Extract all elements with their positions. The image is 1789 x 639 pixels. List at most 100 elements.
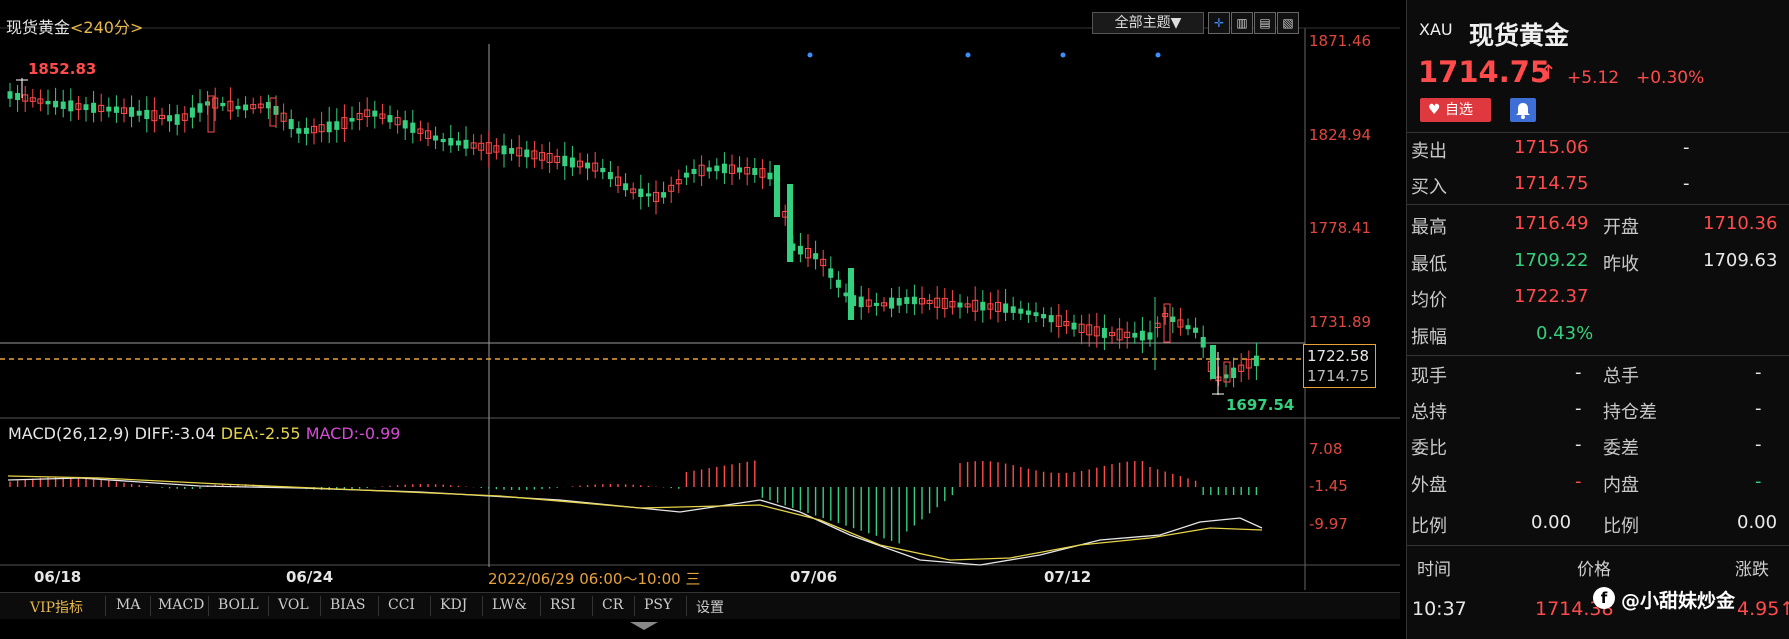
tab-vip[interactable]: VIP指标: [30, 597, 83, 617]
tab-vol[interactable]: VOL: [278, 597, 309, 613]
candle-body: [402, 120, 408, 129]
candle-body: [1147, 332, 1153, 340]
candle-body: [136, 110, 142, 116]
stat-value: -: [1575, 362, 1582, 383]
macd-diff-line: [7, 477, 1263, 566]
stat-label: 总手: [1603, 366, 1639, 387]
divider: [1407, 204, 1789, 205]
alert-bell-button[interactable]: [1510, 98, 1536, 122]
buy-price: 1714.75: [1514, 173, 1589, 194]
candle-body: [455, 140, 461, 146]
candle-body: [509, 148, 515, 154]
prev-close-value: 1709.63: [1703, 250, 1778, 271]
tab-psy[interactable]: PSY: [644, 597, 672, 613]
price-axis-tick: 1778.41: [1309, 219, 1372, 237]
divider: [1407, 545, 1789, 546]
tab-lw[interactable]: LW&: [492, 597, 527, 613]
sell-price: 1715.06: [1514, 137, 1589, 158]
candle-body: [661, 192, 667, 198]
candle-body: [980, 301, 986, 311]
event-marker-dot: [1155, 52, 1161, 58]
candle-body: [774, 165, 780, 217]
theme-dropdown[interactable]: 全部主题▼: [1092, 12, 1204, 34]
divider: [1407, 132, 1789, 133]
candle-body: [585, 162, 591, 169]
indicator-tab-bar: VIP指标 MA MACD BOLL VOL BIAS CCI KDJ LW& …: [0, 592, 1400, 619]
tab-macd[interactable]: MACD: [158, 597, 204, 613]
candle-body: [904, 297, 910, 304]
tab-ma[interactable]: MA: [116, 597, 140, 613]
macd-value: MACD:-0.99: [305, 424, 401, 443]
amplitude-value: 0.43%: [1536, 323, 1594, 344]
candle-body: [83, 104, 89, 111]
tab-kdj[interactable]: KDJ: [440, 597, 467, 613]
candle-body: [174, 114, 180, 125]
chart-title: 现货黄金<240分>: [6, 14, 143, 38]
add-to-watchlist-button[interactable]: ♥ 自选: [1420, 98, 1491, 122]
candle-body: [1003, 303, 1009, 313]
candle-body: [334, 121, 340, 130]
candle-body: [197, 103, 203, 113]
stat-label: 比例: [1603, 516, 1639, 537]
candle-body: [524, 149, 530, 158]
avg-value: 1722.37: [1514, 286, 1589, 307]
kline-icon-1[interactable]: ▥: [1231, 12, 1253, 34]
x-date-label: 07/06: [790, 568, 838, 586]
chart-panel[interactable]: 现货黄金<240分> 全部主题▼ ✛ ▥ ▤ ▧ 1871.46 1824.94…: [0, 0, 1400, 639]
x-date-label: 07/12: [1044, 568, 1092, 586]
event-marker-dot: [965, 52, 971, 58]
stat-label: 内盘: [1603, 475, 1639, 496]
chart-period-selector[interactable]: <240分>: [70, 18, 143, 37]
cursor-price: 1722.58: [1307, 347, 1370, 365]
candle-body: [326, 121, 332, 133]
tick-header-time: 时间: [1417, 560, 1451, 580]
tab-rsi[interactable]: RSI: [550, 597, 576, 613]
candle-body: [463, 139, 469, 149]
candle-body: [243, 104, 249, 111]
stat-value: -: [1755, 398, 1762, 419]
candle-body: [433, 135, 439, 141]
price-axis-tick: 1824.94: [1309, 126, 1372, 144]
candle-body: [787, 184, 793, 262]
chart-canvas[interactable]: [0, 0, 1400, 639]
tab-divider: [482, 596, 483, 616]
candle-body: [797, 245, 803, 255]
open-label: 开盘: [1603, 217, 1639, 238]
price-axis-tick: 1731.89: [1309, 313, 1372, 331]
tab-divider: [378, 596, 379, 616]
tab-cci[interactable]: CCI: [388, 597, 415, 613]
kline-icon-2[interactable]: ▤: [1254, 12, 1276, 34]
candle-body: [843, 292, 849, 297]
avg-label: 均价: [1411, 290, 1447, 311]
tab-divider: [592, 596, 593, 616]
candle-body: [828, 268, 834, 278]
quote-symbol: XAU: [1419, 20, 1453, 39]
tab-boll[interactable]: BOLL: [218, 597, 259, 613]
buy-label: 买入: [1411, 177, 1447, 198]
prev-close-label: 昨收: [1603, 254, 1639, 275]
candle-body: [1231, 367, 1237, 379]
stat-value: -: [1755, 471, 1762, 492]
candle-body: [1025, 310, 1031, 315]
candle-body: [1018, 308, 1024, 314]
bell-icon: [1516, 103, 1530, 119]
collapse-arrow-icon[interactable]: [630, 622, 658, 630]
kline-icon-3[interactable]: ▧: [1277, 12, 1299, 34]
candle-body: [7, 91, 13, 99]
tab-divider: [430, 596, 431, 616]
crosshair-icon[interactable]: ✛: [1208, 12, 1230, 34]
tab-settings[interactable]: 设置: [696, 597, 724, 617]
candle-body: [813, 253, 819, 260]
candle-body: [1223, 361, 1231, 383]
stat-value: -: [1575, 471, 1582, 492]
candle-body: [957, 302, 963, 308]
candle-body: [691, 168, 697, 174]
candle-body: [45, 100, 51, 105]
candle-body: [91, 102, 97, 113]
tick-header-price: 价格: [1577, 560, 1611, 580]
macd-diff: DIFF:-3.04: [134, 424, 216, 443]
x-date-label: 06/24: [286, 568, 334, 586]
candle-body: [569, 157, 575, 168]
tab-bias[interactable]: BIAS: [330, 597, 366, 613]
tab-cr[interactable]: CR: [602, 597, 623, 613]
